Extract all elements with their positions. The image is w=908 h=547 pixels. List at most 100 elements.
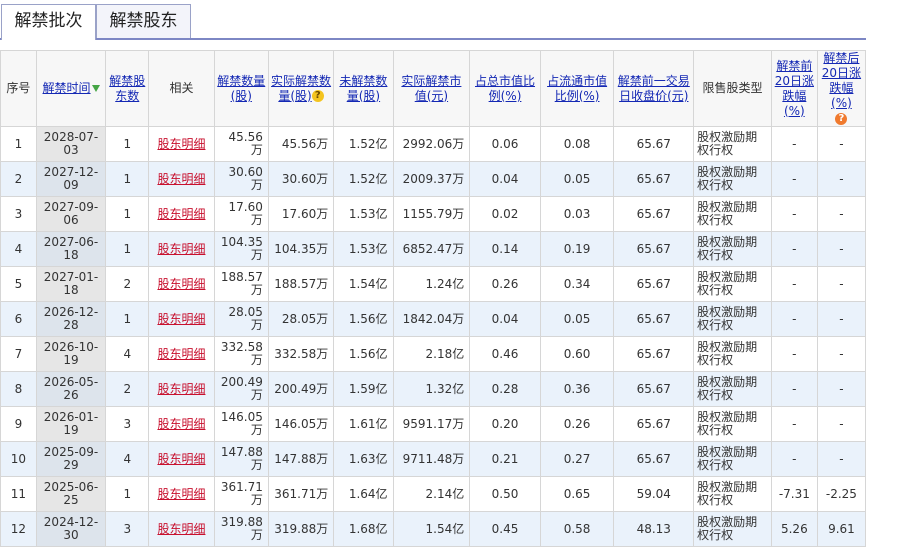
tab-unlock-batches[interactable]: 解禁批次: [1, 4, 96, 40]
actual-value-cell: 9591.17万: [392, 406, 471, 442]
related-cell: 股东明细: [148, 406, 215, 442]
holder-detail-link[interactable]: 股东明细: [157, 347, 205, 361]
float-ratio-cell: 0.26: [539, 406, 615, 442]
actual-value-cell: 9711.48万: [392, 441, 471, 477]
col-float-ratio[interactable]: 占流通市值比例(%): [539, 50, 615, 127]
unlock-table: 序号 解禁时间 解禁股东数 相关 解禁数量(股) 实际解禁数量(股)? 未解禁数…: [0, 50, 867, 547]
col-related: 相关: [148, 50, 215, 127]
table-row: 3 2027-09-06 1 股东明细 17.60万 17.60万 1.53亿 1155.79…: [0, 196, 867, 232]
holder-detail-link[interactable]: 股东明细: [157, 172, 205, 186]
actual-qty-cell: 30.60万: [267, 161, 335, 197]
holder-detail-link[interactable]: 股东明细: [157, 207, 205, 221]
sort-total-ratio-link[interactable]: 占总市值比例(%): [475, 74, 535, 103]
post20-cell: -: [816, 126, 867, 162]
tab-bar: 解禁批次 解禁股东: [0, 0, 866, 40]
sort-down-icon[interactable]: [91, 85, 100, 92]
post20-cell: -: [816, 266, 867, 302]
actual-qty-cell: 188.57万: [267, 266, 335, 302]
locked-qty-cell: 1.59亿: [333, 371, 394, 407]
table-row: 11 2025-06-25 1 股东明细 361.71万 361.71万 1.64亿 2.14…: [0, 476, 867, 512]
holder-detail-link[interactable]: 股东明细: [157, 522, 205, 536]
holder-detail-link[interactable]: 股东明细: [157, 312, 205, 326]
holder-detail-link[interactable]: 股东明细: [157, 382, 205, 396]
share-type-cell: 股权激励期权行权: [693, 231, 772, 267]
total-ratio-cell: 0.45: [469, 511, 541, 547]
table-row: 6 2026-12-28 1 股东明细 28.05万 28.05万 1.56亿 1842.04…: [0, 301, 867, 337]
post20-cell: -: [816, 231, 867, 267]
share-type-cell: 股权激励期权行权: [693, 266, 772, 302]
table-header-row: 序号 解禁时间 解禁股东数 相关 解禁数量(股) 实际解禁数量(股)? 未解禁数…: [0, 50, 867, 127]
table-row: 2 2027-12-09 1 股东明细 30.60万 30.60万 1.52亿 2009.37…: [0, 161, 867, 197]
holder-detail-link[interactable]: 股东明细: [157, 242, 205, 256]
date-cell: 2028-07-03: [35, 126, 107, 162]
locked-qty-cell: 1.54亿: [333, 266, 394, 302]
sort-prev-close-link[interactable]: 解禁前一交易日收盘价(元): [618, 74, 690, 103]
seq-cell: 12: [0, 511, 37, 547]
prev-close-cell: 65.67: [613, 336, 695, 372]
locked-qty-cell: 1.56亿: [333, 301, 394, 337]
col-prev-close[interactable]: 解禁前一交易日收盘价(元): [613, 50, 695, 127]
pre20-cell: -: [770, 371, 818, 407]
sort-holder-count-link[interactable]: 解禁股东数: [109, 74, 145, 103]
prev-close-cell: 65.67: [613, 231, 695, 267]
holder-count-cell: 1: [105, 301, 150, 337]
col-post20[interactable]: 解禁后20日涨跌幅(%)?: [816, 50, 867, 127]
sort-locked-qty-link[interactable]: 未解禁数量(股): [339, 74, 387, 103]
prev-close-cell: 65.67: [613, 441, 695, 477]
col-total-ratio[interactable]: 占总市值比例(%): [469, 50, 541, 127]
share-type-cell: 股权激励期权行权: [693, 476, 772, 512]
help-icon[interactable]: ?: [311, 90, 324, 102]
related-cell: 股东明细: [148, 196, 215, 232]
seq-cell: 2: [0, 161, 37, 197]
pre20-cell: -: [770, 126, 818, 162]
actual-value-cell: 1.54亿: [392, 511, 471, 547]
float-ratio-cell: 0.03: [539, 196, 615, 232]
holder-detail-link[interactable]: 股东明细: [157, 277, 205, 291]
holder-detail-link[interactable]: 股东明细: [157, 417, 205, 431]
related-cell: 股东明细: [148, 371, 215, 407]
seq-cell: 9: [0, 406, 37, 442]
actual-qty-cell: 146.05万: [267, 406, 335, 442]
actual-qty-cell: 45.56万: [267, 126, 335, 162]
col-pre20[interactable]: 解禁前20日涨跌幅(%): [770, 50, 818, 127]
sort-actual-value-link[interactable]: 实际解禁市值(元): [401, 74, 461, 103]
sort-pre20-link[interactable]: 解禁前20日涨跌幅(%): [775, 59, 814, 118]
actual-value-cell: 2992.06万: [392, 126, 471, 162]
unlock-qty-cell: 28.05万: [213, 301, 269, 337]
total-ratio-cell: 0.20: [469, 406, 541, 442]
col-actual-value[interactable]: 实际解禁市值(元): [392, 50, 471, 127]
col-unlock-time[interactable]: 解禁时间: [35, 50, 107, 127]
unlock-qty-cell: 319.88万: [213, 511, 269, 547]
post20-cell: -: [816, 336, 867, 372]
related-cell: 股东明细: [148, 476, 215, 512]
related-cell: 股东明细: [148, 161, 215, 197]
col-locked-qty[interactable]: 未解禁数量(股): [333, 50, 394, 127]
holder-count-cell: 2: [105, 371, 150, 407]
actual-qty-cell: 28.05万: [267, 301, 335, 337]
help-icon[interactable]: ?: [835, 112, 848, 125]
pre20-cell: -7.31: [770, 476, 818, 512]
col-actual-qty[interactable]: 实际解禁数量(股)?: [267, 50, 335, 127]
sort-unlock-time-link[interactable]: 解禁时间: [43, 81, 91, 95]
locked-qty-cell: 1.53亿: [333, 231, 394, 267]
sort-post20-link[interactable]: 解禁后20日涨跌幅(%): [822, 52, 861, 111]
total-ratio-cell: 0.28: [469, 371, 541, 407]
holder-detail-link[interactable]: 股东明细: [157, 137, 205, 151]
col-unlock-qty[interactable]: 解禁数量(股): [213, 50, 269, 127]
post20-cell: -: [816, 161, 867, 197]
float-ratio-cell: 0.58: [539, 511, 615, 547]
col-holder-count[interactable]: 解禁股东数: [105, 50, 150, 127]
sort-float-ratio-link[interactable]: 占流通市值比例(%): [547, 74, 607, 103]
holder-count-cell: 1: [105, 161, 150, 197]
share-type-cell: 股权激励期权行权: [693, 196, 772, 232]
actual-value-cell: 1842.04万: [392, 301, 471, 337]
holder-count-cell: 4: [105, 336, 150, 372]
sort-unlock-qty-link[interactable]: 解禁数量(股): [217, 74, 265, 103]
actual-qty-cell: 200.49万: [267, 371, 335, 407]
pre20-cell: -: [770, 266, 818, 302]
tab-unlock-holders[interactable]: 解禁股东: [96, 4, 191, 38]
holder-detail-link[interactable]: 股东明细: [157, 452, 205, 466]
holder-detail-link[interactable]: 股东明细: [157, 487, 205, 501]
post20-cell: -2.25: [816, 476, 867, 512]
actual-value-cell: 1.32亿: [392, 371, 471, 407]
